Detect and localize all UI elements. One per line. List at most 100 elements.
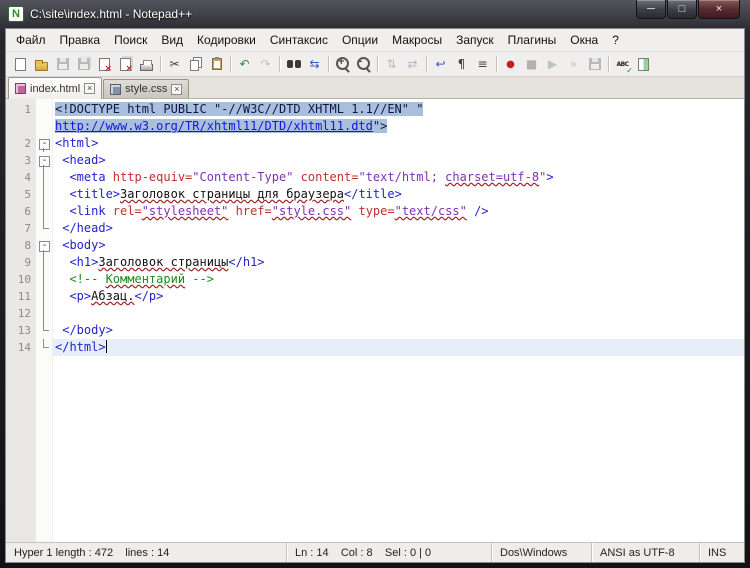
fold-toggle-icon[interactable] [36, 135, 52, 152]
close-tab-icon[interactable]: × [84, 83, 95, 94]
undo-button[interactable]: ↶ [234, 53, 255, 75]
code-row[interactable]: 9 <h1>Заголовок страницы</h1> [6, 254, 744, 271]
code-row[interactable]: 8 <body> [6, 237, 744, 254]
record-macro-button[interactable]: ● [500, 53, 521, 75]
token-com: Комментарий [106, 272, 185, 286]
fold-margin [36, 118, 52, 135]
toolbar: ✂↶↷⇆+-⇅⇄↩¶≡●■▶»ABC [6, 51, 744, 77]
paste-button[interactable] [206, 53, 227, 75]
code-text: </head> [52, 220, 744, 237]
menu-item-encoding[interactable]: Кодировки [190, 30, 263, 50]
stop-macro-button: ■ [521, 53, 542, 75]
replace-button[interactable]: ⇆ [304, 53, 325, 75]
copy-button[interactable] [185, 53, 206, 75]
copy-icon [190, 60, 199, 71]
code-row[interactable]: 4 <meta http-equiv="Content-Type" conten… [6, 169, 744, 186]
minimize-button[interactable]: ─ [636, 0, 666, 19]
close-all-icon [120, 58, 131, 71]
code-row[interactable]: 1<!DOCTYPE html PUBLIC "-//W3C//DTD XHTM… [6, 101, 744, 118]
find-icon [287, 59, 301, 69]
menu-item-plugins[interactable]: Плагины [501, 30, 564, 50]
zoom-in-button[interactable]: + [332, 53, 353, 75]
spell-check-button[interactable]: ABC [612, 53, 633, 75]
code-row[interactable]: 6 <link rel="stylesheet" href="style.css… [6, 203, 744, 220]
menu-item-window[interactable]: Окна [563, 30, 605, 50]
fold-toggle-icon[interactable] [36, 152, 52, 169]
cut-button[interactable]: ✂ [164, 53, 185, 75]
window-title: C:\site\index.html - Notepad++ [30, 7, 192, 21]
open-file-button[interactable] [31, 53, 52, 75]
fold-margin [36, 101, 52, 118]
text-caret [106, 340, 107, 353]
close-all-button[interactable] [115, 53, 136, 75]
menu-item-search[interactable]: Поиск [107, 30, 154, 50]
token-doc: "> [373, 119, 387, 133]
token-tag: /> [467, 204, 489, 218]
close-file-button[interactable] [94, 53, 115, 75]
code-row[interactable]: 3 <head> [6, 152, 744, 169]
menu-item-file[interactable]: Файл [9, 30, 53, 50]
menu-item-view[interactable]: Вид [154, 30, 190, 50]
token-txt: Заголовок страницы для браузера [120, 187, 344, 201]
fold-toggle-icon[interactable] [36, 237, 52, 254]
line-number: 3 [6, 152, 36, 169]
fold-margin [36, 288, 52, 305]
title-bar[interactable]: N C:\site\index.html - Notepad++ ─ □ × [0, 0, 750, 28]
code-row[interactable]: 12 [6, 305, 744, 322]
find-button[interactable] [283, 53, 304, 75]
toolbar-separator [328, 56, 329, 72]
line-number: 5 [6, 186, 36, 203]
fold-margin [36, 220, 52, 237]
menu-item-edit[interactable]: Правка [53, 30, 108, 50]
redo-button: ↷ [255, 53, 276, 75]
play-macro-button: ▶ [542, 53, 563, 75]
print-icon [140, 64, 153, 71]
save-file-button [52, 53, 73, 75]
document-monitor-button[interactable] [633, 53, 654, 75]
show-indent-guide-button[interactable]: ≡ [472, 53, 493, 75]
status-cursor-position: Ln : 14 Col : 8 Sel : 0 | 0 [287, 543, 492, 562]
menu-item-macro[interactable]: Макросы [385, 30, 449, 50]
menu-item-run[interactable]: Запуск [449, 30, 501, 50]
line-number: 11 [6, 288, 36, 305]
code-row[interactable]: 7 </head> [6, 220, 744, 237]
print-button[interactable] [136, 53, 157, 75]
show-all-characters-icon: ¶ [454, 56, 470, 72]
menu-item-language[interactable]: Синтаксис [263, 30, 335, 50]
code-text: <h1>Заголовок страницы</h1> [52, 254, 744, 271]
code-row[interactable]: 10 <!-- Комментарий --> [6, 271, 744, 288]
show-all-characters-button[interactable]: ¶ [451, 53, 472, 75]
run-macro-multiple-icon: » [566, 56, 582, 72]
tab-index.html[interactable]: index.html× [8, 77, 102, 99]
editor-rows: 1<!DOCTYPE html PUBLIC "-//W3C//DTD XHTM… [6, 101, 744, 356]
line-number: 8 [6, 237, 36, 254]
zoom-out-button[interactable]: - [353, 53, 374, 75]
code-text: <link rel="stylesheet" href="style.css" … [52, 203, 744, 220]
code-text: <html> [52, 135, 744, 152]
token-attr: type= [351, 204, 394, 218]
code-row[interactable]: 5 <title>Заголовок страницы для браузера… [6, 186, 744, 203]
code-row[interactable]: http://www.w3.org/TR/xhtml11/DTD/xhtml11… [6, 118, 744, 135]
line-number: 7 [6, 220, 36, 237]
tab-style.css[interactable]: style.css× [103, 79, 189, 98]
app-body: ФайлПравкаПоискВидКодировкиСинтаксисОпци… [5, 28, 745, 563]
close-tab-icon[interactable]: × [171, 84, 182, 95]
token-attr: http-equiv= [106, 170, 193, 184]
toolbar-separator [160, 56, 161, 72]
code-row[interactable]: 13 </body> [6, 322, 744, 339]
word-wrap-button[interactable]: ↩ [430, 53, 451, 75]
menu-item-settings[interactable]: Опции [335, 30, 385, 50]
close-button[interactable]: × [698, 0, 740, 19]
fold-margin [36, 186, 52, 203]
word-wrap-icon: ↩ [433, 56, 449, 72]
code-row[interactable]: 14</html> [6, 339, 744, 356]
new-file-button[interactable] [10, 53, 31, 75]
editor[interactable]: 1<!DOCTYPE html PUBLIC "-//W3C//DTD XHTM… [6, 99, 744, 542]
code-row[interactable]: 11 <p>Абзац.</p> [6, 288, 744, 305]
maximize-button[interactable]: □ [667, 0, 697, 19]
token-tag: <title> [55, 187, 120, 201]
code-row[interactable]: 2<html> [6, 135, 744, 152]
redo-icon: ↷ [258, 56, 274, 72]
record-macro-icon: ● [503, 56, 519, 72]
menu-item-help[interactable]: ? [605, 30, 626, 50]
